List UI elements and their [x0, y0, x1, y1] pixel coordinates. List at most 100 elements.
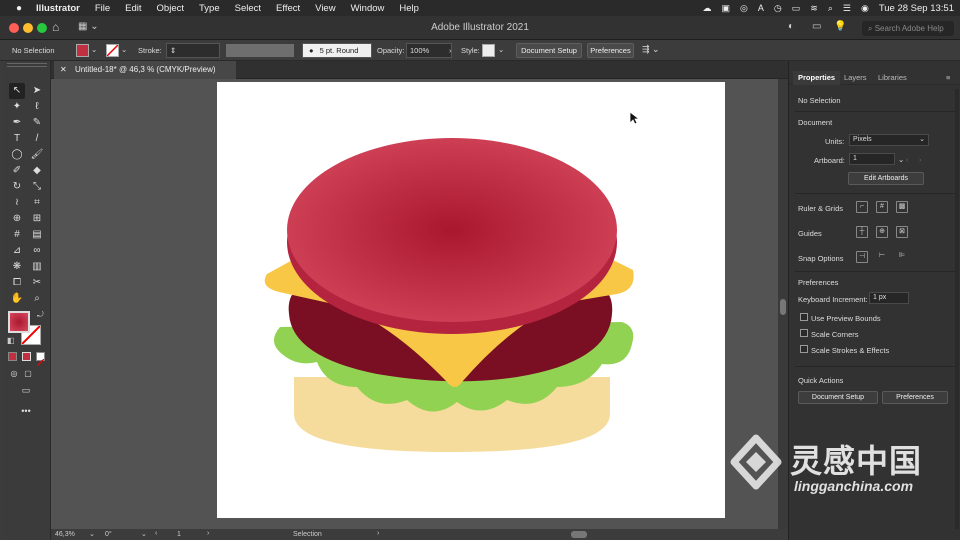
stroke-dropdown-icon[interactable]: ⌄ [121, 45, 127, 54]
column-graph-tool-icon[interactable]: ▥ [29, 259, 45, 275]
edit-artboards-button[interactable]: Edit Artboards [848, 172, 924, 185]
blend-tool-icon[interactable]: ∞ [29, 243, 45, 259]
screen-record-icon[interactable]: ▣ [722, 3, 731, 14]
close-tab-icon[interactable]: ✕ [60, 65, 67, 74]
shaper-tool-icon[interactable]: ✐ [9, 163, 25, 179]
prev-artboard-icon[interactable]: ‹ [155, 530, 157, 537]
default-fill-stroke-icon[interactable]: ◧ [7, 336, 15, 345]
symbol-sprayer-tool-icon[interactable]: ❋ [9, 259, 25, 275]
lock-guides-icon[interactable]: ⊕ [876, 226, 888, 238]
menu-effect[interactable]: Effect [276, 3, 300, 14]
lasso-tool-icon[interactable]: ℓ [29, 99, 45, 115]
opacity-field[interactable]: 100% [406, 43, 452, 58]
eyedropper-tool-icon[interactable]: ⊿ [9, 243, 25, 259]
stroke-weight-field[interactable]: ⇕ [166, 43, 220, 58]
canvas[interactable] [51, 79, 778, 529]
free-transform-tool-icon[interactable]: ⌗ [29, 195, 45, 211]
ellipse-tool-icon[interactable]: ◯ [9, 147, 25, 163]
clock-icon[interactable]: ◷ [774, 3, 782, 14]
scale-tool-icon[interactable]: ⤡ [29, 179, 45, 195]
document-tab[interactable]: ✕ Untitled-18* @ 46,3 % (CMYK/Preview) [54, 61, 236, 79]
hand-tool-icon[interactable]: ✋ [9, 291, 25, 307]
curvature-tool-icon[interactable]: ✎ [29, 115, 45, 131]
edit-toolbar-icon[interactable]: ••• [18, 403, 34, 419]
document-setup-button[interactable]: Document Setup [516, 43, 582, 58]
top-bun[interactable] [287, 138, 617, 322]
menu-type[interactable]: Type [199, 3, 220, 14]
play-icon[interactable]: ◎ [740, 3, 748, 14]
status-arrow-icon[interactable]: › [377, 530, 379, 537]
panel-menu-icon[interactable]: ≡ [941, 71, 955, 85]
toolbar-grip[interactable] [7, 63, 47, 67]
mesh-tool-icon[interactable]: # [9, 227, 25, 243]
tab-libraries[interactable]: Libraries [873, 71, 912, 85]
tab-properties[interactable]: Properties [793, 71, 841, 85]
artboard-select[interactable]: 1 [849, 153, 895, 165]
direct-selection-tool-icon[interactable]: ➤ [29, 83, 45, 99]
none-mode-icon[interactable] [36, 352, 45, 367]
snap-point-icon[interactable]: ⊣ [856, 251, 868, 263]
snap-grid-icon[interactable]: ⊢ [876, 251, 888, 263]
eraser-tool-icon[interactable]: ◆ [29, 163, 45, 179]
gradient-mode-icon[interactable] [22, 352, 31, 361]
control-center-icon[interactable]: ☰ [843, 3, 851, 14]
fill-dropdown-icon[interactable]: ⌄ [91, 45, 97, 54]
panels-icon[interactable]: ▭ [812, 21, 821, 32]
scroll-thumb[interactable] [780, 299, 786, 315]
use-preview-bounds-checkbox[interactable] [800, 313, 808, 321]
next-artboard-icon[interactable]: › [207, 530, 209, 537]
screen-mode-icon[interactable]: ▭ [18, 382, 34, 398]
rotation-dropdown-icon[interactable]: ⌄ [141, 530, 147, 538]
spotlight-icon[interactable]: ⌕ [828, 3, 833, 14]
ruler-icon[interactable]: ⌐ [856, 201, 868, 213]
perspective-grid-tool-icon[interactable]: ⊞ [29, 211, 45, 227]
scale-corners-checkbox[interactable] [800, 329, 808, 337]
keyboard-icon[interactable]: A [758, 3, 764, 13]
preferences-button[interactable]: Preferences [587, 43, 634, 58]
rotation-value[interactable]: 0° [105, 531, 112, 538]
keyboard-increment-field[interactable]: 1 px [869, 292, 909, 304]
menu-app[interactable]: Illustrator [36, 3, 80, 14]
transparency-grid-icon[interactable]: ▩ [896, 201, 908, 213]
draw-inside-icon[interactable]: ▢ [20, 366, 36, 382]
grid-icon[interactable]: # [876, 201, 888, 213]
quick-document-setup-button[interactable]: Document Setup [798, 391, 878, 404]
arrange-documents-icon[interactable]: ⇶ ⌄ [642, 44, 660, 55]
artboard-number[interactable]: 1 [177, 531, 181, 538]
menu-object[interactable]: Object [157, 3, 184, 14]
stroke-stepper-icon[interactable]: ⇕ [170, 46, 176, 55]
lightbulb-icon[interactable]: 💡 [834, 21, 846, 32]
menu-file[interactable]: File [95, 3, 110, 14]
style-dropdown-icon[interactable]: ⌄ [498, 45, 504, 54]
hamburger-artwork[interactable] [217, 82, 725, 518]
horizontal-scroll-thumb[interactable] [571, 531, 587, 538]
gradient-tool-icon[interactable]: ▤ [29, 227, 45, 243]
selection-tool-icon[interactable]: ↖ [9, 83, 25, 99]
brush-definition-field[interactable]: ● 5 pt. Round [302, 43, 372, 58]
width-tool-icon[interactable]: ≀ [9, 195, 25, 211]
artboard-tool-icon[interactable]: ⧠ [9, 275, 25, 291]
share-icon[interactable]: ◐ [788, 21, 794, 32]
zoom-dropdown-icon[interactable]: ⌄ [89, 530, 95, 538]
paintbrush-tool-icon[interactable]: 🖌 [29, 147, 45, 163]
scale-strokes-checkbox[interactable] [800, 345, 808, 353]
artboard-dropdown-icon[interactable]: ⌄ [898, 155, 904, 164]
menu-view[interactable]: View [315, 3, 335, 14]
slice-tool-icon[interactable]: ✂ [29, 275, 45, 291]
menu-window[interactable]: Window [351, 3, 385, 14]
color-mode-icon[interactable] [8, 352, 17, 361]
rotate-tool-icon[interactable]: ↻ [9, 179, 25, 195]
snap-pixel-icon[interactable]: ⊫ [896, 251, 908, 263]
quick-preferences-button[interactable]: Preferences [882, 391, 948, 404]
artboard[interactable] [217, 82, 725, 518]
battery-icon[interactable]: ▭ [792, 3, 801, 14]
prev-artboard-arrow-icon[interactable]: ‹ [906, 155, 909, 164]
tab-layers[interactable]: Layers [839, 71, 872, 85]
graphic-style-swatch[interactable] [482, 44, 495, 57]
line-tool-icon[interactable]: / [29, 131, 45, 147]
help-search-input[interactable]: ⌕ Search Adobe Help [862, 21, 954, 36]
stroke-color-swatch[interactable] [106, 44, 119, 57]
zoom-tool-icon[interactable]: ⌕ [29, 291, 45, 307]
fill-color-swatch[interactable] [76, 44, 89, 57]
wifi-icon[interactable]: ≋ [810, 3, 818, 14]
